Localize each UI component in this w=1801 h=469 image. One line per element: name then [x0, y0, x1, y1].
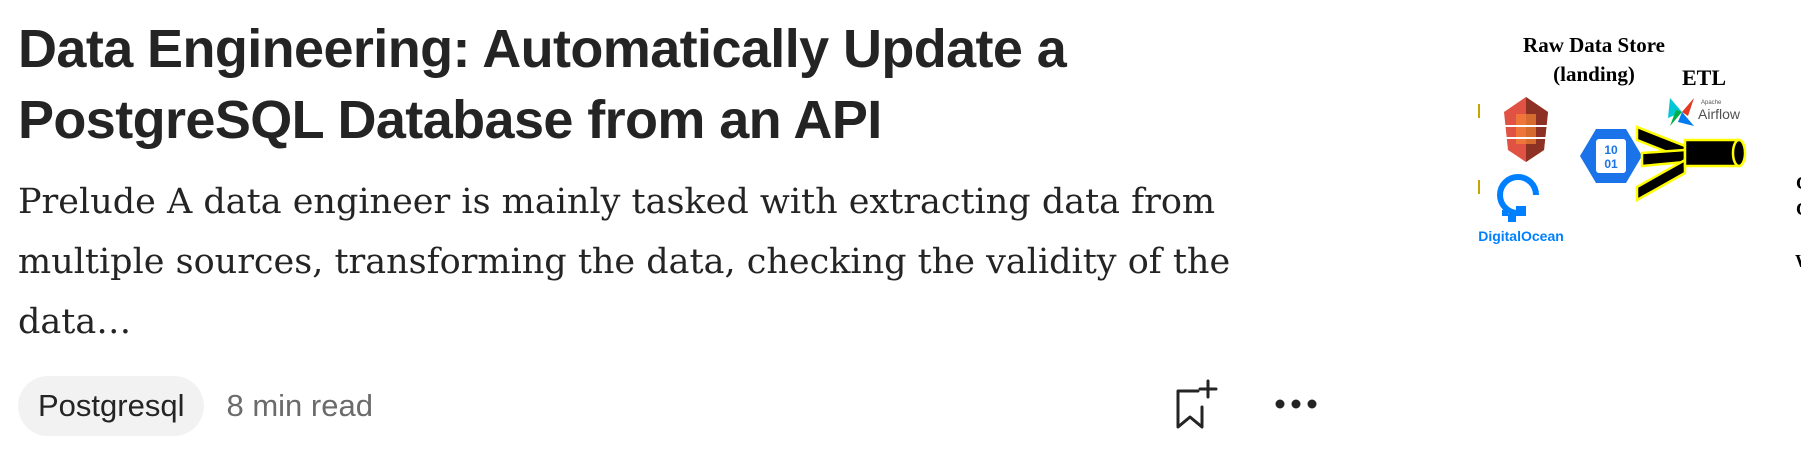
more-options-button[interactable] [1268, 376, 1324, 436]
cropped-text-3: W [1795, 251, 1801, 271]
article-excerpt[interactable]: Prelude A data engineer is mainly tasked… [18, 172, 1348, 352]
more-horizontal-icon [1274, 397, 1318, 416]
binary-bottom: 01 [1604, 157, 1618, 171]
article-meta: Postgresql 8 min read [18, 376, 373, 436]
s3-bucket-icon [1504, 97, 1548, 162]
cropped-mark-bottom [1478, 180, 1480, 194]
airflow-label: Airflow [1698, 106, 1741, 122]
read-time: 8 min read [226, 388, 373, 423]
tag-chip[interactable]: Postgresql [18, 376, 205, 436]
binary-top: 10 [1604, 143, 1618, 157]
raw-data-store-label: Raw Data Store [1523, 33, 1665, 57]
digitalocean-logo: DigitalOcean [1478, 174, 1564, 244]
etl-pipe-diagram [1635, 125, 1747, 203]
binary-hex-icon: 10 01 [1580, 129, 1642, 183]
etl-label: ETL [1682, 65, 1726, 90]
article-thumbnail[interactable]: Raw Data Store (landing) ETL 10 01 Digit… [1478, 22, 1801, 302]
cropped-text-1: C [1796, 173, 1801, 193]
digitalocean-label: DigitalOcean [1478, 228, 1564, 244]
article-title[interactable]: Data Engineering: Automatically Update a… [18, 14, 1338, 156]
cropped-mark-top [1478, 104, 1480, 118]
save-button[interactable] [1168, 376, 1224, 436]
airflow-logo: Apache Airflow [1668, 98, 1741, 126]
landing-label: (landing) [1553, 62, 1635, 86]
article-card[interactable]: Data Engineering: Automatically Update a… [0, 0, 1801, 469]
bookmark-add-icon [1174, 377, 1218, 436]
cropped-text-2: C [1796, 199, 1801, 219]
